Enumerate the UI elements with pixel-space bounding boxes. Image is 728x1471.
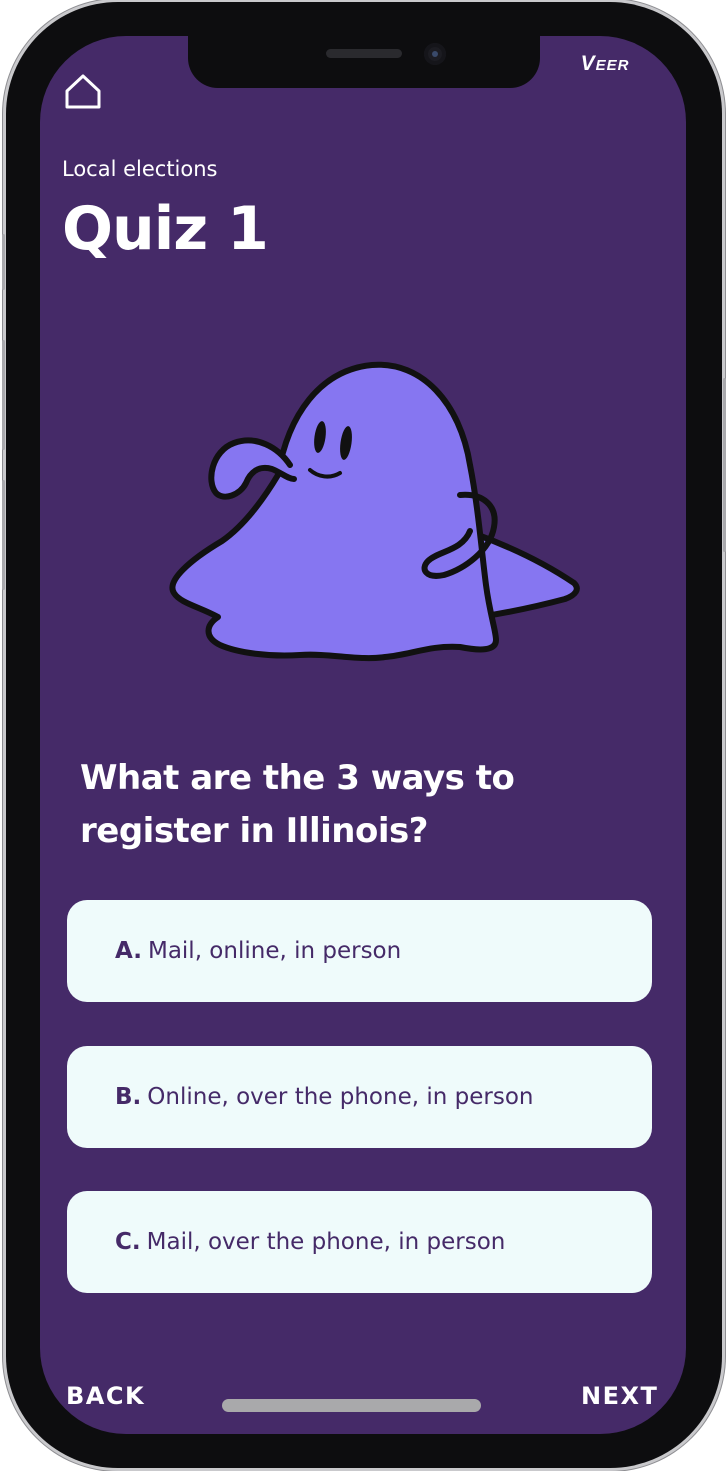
answer-option-a[interactable]: A. Mail, online, in person — [67, 900, 652, 1002]
volume-down-button — [2, 480, 5, 590]
option-letter: C. — [115, 1229, 141, 1255]
mute-switch — [2, 234, 5, 290]
home-indicator-bar[interactable] — [222, 1399, 481, 1412]
home-icon[interactable] — [64, 74, 102, 110]
power-button — [723, 378, 726, 552]
next-button[interactable]: NEXT — [581, 1382, 658, 1410]
option-letter: B. — [115, 1084, 142, 1110]
speaker-grille — [326, 49, 402, 58]
brand-logo: Veer — [580, 52, 630, 75]
answer-option-b[interactable]: B. Online, over the phone, in person — [67, 1046, 652, 1148]
ghost-mascot-illustration — [160, 355, 590, 675]
option-letter: A. — [115, 938, 142, 964]
option-text: Mail, online, in person — [147, 938, 402, 964]
quiz-category: Local elections — [62, 157, 218, 181]
option-text: Online, over the phone, in person — [147, 1084, 534, 1110]
volume-up-button — [2, 340, 5, 450]
answer-option-c[interactable]: C. Mail, over the phone, in person — [67, 1191, 652, 1293]
quiz-question: What are the 3 ways to register in Illin… — [80, 758, 515, 851]
notch — [188, 36, 540, 88]
back-button[interactable]: BACK — [66, 1382, 145, 1410]
page-title: Quiz 1 — [62, 194, 269, 264]
option-text: Mail, over the phone, in person — [146, 1229, 506, 1255]
front-camera — [424, 43, 446, 65]
